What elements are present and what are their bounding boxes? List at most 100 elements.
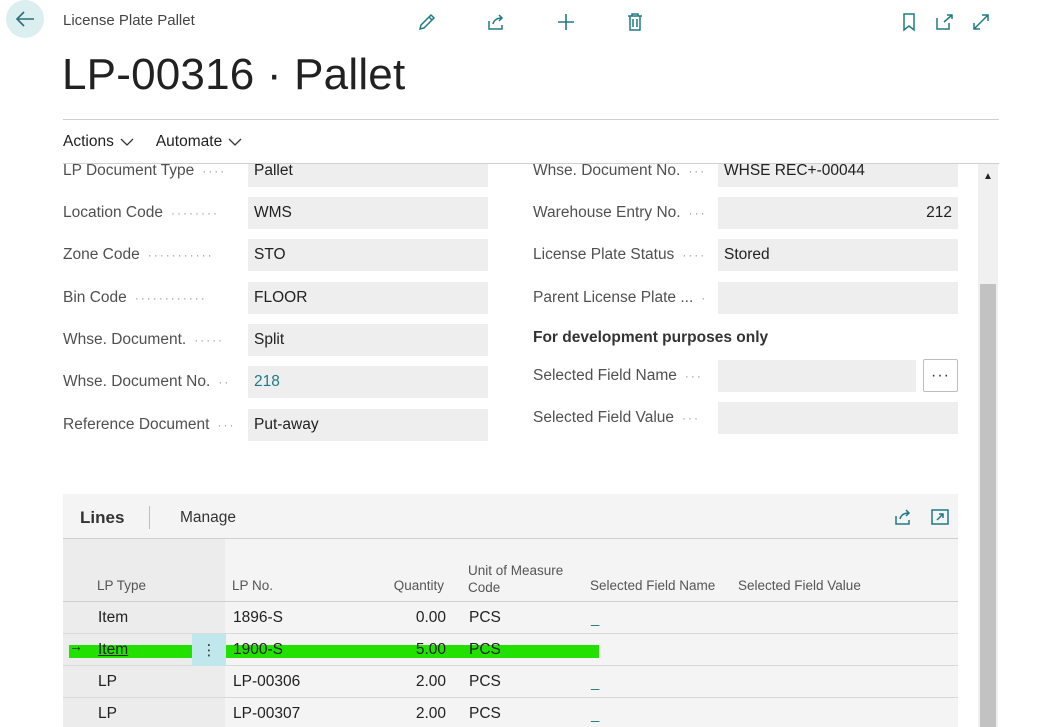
divider bbox=[149, 506, 150, 529]
field-zone-code: Zone Code ··········· bbox=[63, 246, 214, 263]
selected-field-name-input[interactable] bbox=[718, 360, 916, 392]
chevron-down-icon bbox=[120, 138, 134, 146]
automate-menu[interactable]: Automate bbox=[156, 133, 242, 151]
col-header-lp-no[interactable]: LP No. bbox=[232, 577, 273, 594]
scroll-up-icon[interactable]: ▲ bbox=[978, 164, 998, 188]
dev-section-heading: For development purposes only bbox=[533, 329, 769, 346]
lines-share-button[interactable] bbox=[892, 506, 914, 528]
col-header-selected-field-value[interactable]: Selected Field Value bbox=[738, 577, 861, 594]
location-code-input[interactable]: WMS bbox=[248, 197, 488, 229]
cell-lp-type: LP bbox=[98, 673, 117, 690]
field-whse-document: Whse. Document. ····· bbox=[63, 331, 225, 348]
cell-lp-type[interactable]: Item bbox=[98, 634, 128, 666]
share-icon bbox=[895, 509, 911, 525]
bin-code-input[interactable]: FLOOR bbox=[248, 282, 488, 314]
col-header-uom[interactable]: Unit of Measure Code bbox=[468, 562, 563, 596]
field-bin-code: Bin Code ············ bbox=[63, 289, 207, 306]
manage-menu[interactable]: Manage bbox=[180, 509, 236, 527]
actions-menu[interactable]: Actions bbox=[63, 133, 134, 151]
field-selected-field-name: Selected Field Name ··· bbox=[533, 367, 703, 384]
cell-uom: PCS bbox=[469, 673, 501, 690]
field-label: Location Code bbox=[63, 204, 163, 221]
open-new-window-button[interactable] bbox=[932, 10, 956, 34]
field-lp-document-type: LP Document Type ···· bbox=[63, 164, 227, 179]
cell-lp-type: LP bbox=[98, 705, 117, 722]
field-label: Parent License Plate ... bbox=[533, 289, 694, 306]
delete-button[interactable] bbox=[623, 10, 647, 34]
add-button[interactable] bbox=[554, 10, 578, 34]
field-whse-document-no: Whse. Document No. ·· bbox=[63, 373, 231, 390]
cell-quantity: 5.00 bbox=[415, 641, 446, 658]
page-title: LP-00316 · Pallet bbox=[62, 50, 406, 99]
whse-document-no-link[interactable]: 218 bbox=[248, 366, 488, 398]
col-header-quantity[interactable]: Quantity bbox=[363, 577, 444, 594]
back-button[interactable] bbox=[6, 0, 44, 38]
reference-document-input[interactable]: Put-away bbox=[248, 409, 488, 441]
actions-label: Actions bbox=[63, 133, 114, 150]
bookmark-button[interactable] bbox=[897, 10, 921, 34]
lines-subpage: Lines Manage LP Type LP No. Quantity Uni… bbox=[63, 494, 958, 727]
add-icon bbox=[558, 14, 574, 30]
table-row[interactable]: Item 1896-S 0.00 PCS _ bbox=[63, 602, 958, 634]
cell-quantity: 0.00 bbox=[415, 609, 446, 626]
col-header-uom-line2: Code bbox=[468, 580, 501, 595]
field-label: LP Document Type bbox=[63, 164, 195, 179]
lp-document-type-input[interactable]: Pallet bbox=[248, 164, 488, 187]
page-content: LP Document Type ···· Pallet Location Cod… bbox=[0, 164, 978, 727]
row-menu-button[interactable]: ⋮ bbox=[192, 634, 226, 666]
field-reference-document: Reference Document ··· bbox=[63, 416, 236, 433]
divider bbox=[63, 119, 999, 120]
table-row-selected[interactable]: → ⋮ Item 1900-S 5.00 PCS bbox=[63, 634, 958, 666]
back-arrow-icon bbox=[15, 11, 34, 27]
zone-code-input[interactable]: STO bbox=[248, 239, 488, 271]
col-header-selected-field-name[interactable]: Selected Field Name bbox=[590, 577, 715, 594]
parent-license-plate-input[interactable] bbox=[718, 282, 958, 314]
cell-uom: PCS bbox=[469, 609, 501, 626]
field-location-code: Location Code ········ bbox=[63, 204, 219, 221]
lines-expand-button[interactable] bbox=[929, 506, 951, 528]
field-label: Bin Code bbox=[63, 289, 127, 306]
automate-label: Automate bbox=[155, 133, 223, 150]
license-plate-status-input[interactable]: Stored bbox=[718, 239, 958, 271]
chevron-down-icon bbox=[228, 138, 242, 146]
field-label: Selected Field Value bbox=[533, 409, 675, 426]
cell-lp-no: LP-00306 bbox=[233, 673, 301, 690]
lines-title[interactable]: Lines bbox=[80, 508, 124, 528]
expand-button[interactable] bbox=[969, 10, 993, 34]
col-header-lp-type[interactable]: LP Type bbox=[97, 577, 146, 594]
share-button[interactable] bbox=[484, 10, 508, 34]
open-new-icon bbox=[936, 14, 953, 30]
field-label: Whse. Document No. bbox=[63, 373, 211, 390]
field-selected-field-value: Selected Field Value ··· bbox=[533, 409, 701, 426]
edit-icon bbox=[418, 13, 436, 31]
warehouse-entry-no-input[interactable]: 212 bbox=[718, 197, 958, 229]
expand-icon bbox=[931, 509, 949, 525]
field-label: Whse. Document. bbox=[63, 331, 187, 348]
selected-field-value-input[interactable] bbox=[718, 402, 958, 434]
cell-selected-field-name[interactable]: _ bbox=[591, 666, 599, 698]
edit-button[interactable] bbox=[415, 10, 439, 34]
action-bar: Actions Automate bbox=[63, 133, 242, 151]
whse-document-no-right-input[interactable]: WHSE REC+-00044 bbox=[718, 164, 958, 187]
field-label: Reference Document bbox=[63, 416, 210, 433]
cell-selected-field-name[interactable]: _ bbox=[591, 602, 599, 634]
field-label: Zone Code bbox=[63, 246, 140, 263]
breadcrumb[interactable]: License Plate Pallet bbox=[63, 12, 195, 29]
field-license-plate-status: License Plate Status ···· bbox=[533, 246, 707, 263]
cell-selected-field-name[interactable]: _ bbox=[591, 698, 599, 727]
cell-lp-no: LP-00307 bbox=[233, 705, 301, 722]
lookup-ellipsis-button[interactable]: ··· bbox=[923, 359, 958, 392]
vertical-scrollbar[interactable]: ▲ bbox=[978, 164, 998, 727]
field-warehouse-entry-no: Warehouse Entry No. ··· bbox=[533, 204, 707, 221]
field-label: Whse. Document No. bbox=[533, 164, 681, 179]
cell-lp-type: Item bbox=[98, 609, 129, 626]
row-highlight bbox=[69, 645, 599, 658]
whse-document-input[interactable]: Split bbox=[248, 324, 488, 356]
scroll-thumb[interactable] bbox=[980, 284, 996, 727]
table-row[interactable]: LP LP-00307 2.00 PCS _ bbox=[63, 698, 958, 727]
expand-icon bbox=[973, 14, 989, 30]
field-label: License Plate Status bbox=[533, 246, 675, 263]
table-row[interactable]: LP LP-00306 2.00 PCS _ bbox=[63, 666, 958, 698]
field-parent-license-plate: Parent License Plate ... · bbox=[533, 289, 708, 306]
bookmark-icon bbox=[903, 13, 915, 32]
